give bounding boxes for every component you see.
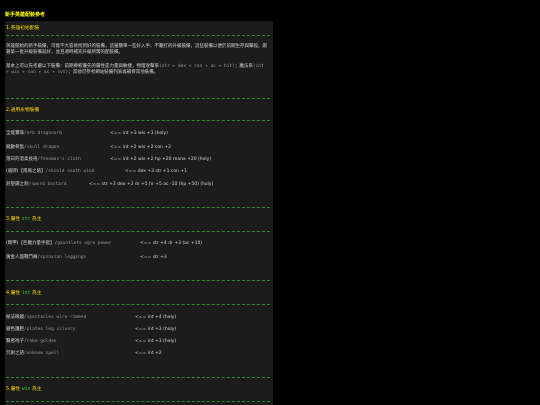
section-1-paragraph-2: 基本上可以先考慮以下裝備：前期要較優先的屬性是力量與敏捷，物理攻擊系(str +… bbox=[6, 64, 268, 76]
divider bbox=[6, 98, 270, 99]
divider bbox=[6, 280, 270, 281]
equipment-row: 賢者袍子/robe golden bbox=[6, 339, 57, 345]
item-name: 咒術之語 bbox=[6, 351, 24, 356]
para2-text-c: ；其他可參考網站裝備列表再補齊其他裝備。 bbox=[68, 70, 159, 75]
page-title: 新手英雄配裝參考 bbox=[5, 12, 46, 18]
item-code: /sword bastard bbox=[28, 182, 67, 187]
item-stats: <== str +4 dr +3 (ac +10) bbox=[140, 241, 203, 246]
item-stats: <== str +3 bbox=[140, 255, 167, 260]
item-name: 銀色護脛 bbox=[6, 327, 24, 332]
item-name: 全能寶珠 bbox=[6, 131, 24, 136]
item-name: (臂甲)【巨魔力量手套】 bbox=[6, 241, 55, 246]
item-name: 劍聖鑄之劍 bbox=[6, 182, 29, 187]
divider bbox=[6, 35, 270, 36]
item-stats: <== int +4 (holy) bbox=[135, 315, 177, 320]
section-heading-3: 3.屬性 str 為主 bbox=[6, 217, 42, 223]
item-code: /gauntlets ogre power bbox=[54, 241, 112, 246]
item-name: 賢者袍子 bbox=[6, 339, 24, 344]
item-code: /skull dragon bbox=[24, 145, 60, 150]
heading-text: 為主 bbox=[31, 291, 42, 296]
equipment-row: 龍顱骨盔/skull dragon bbox=[6, 145, 59, 151]
item-code: /fonemas's cloth bbox=[37, 157, 81, 162]
item-code: /unknow spell bbox=[24, 351, 60, 356]
item-code: /shield south wind bbox=[45, 169, 95, 174]
divider bbox=[6, 304, 270, 305]
item-name: 落日的溫柔長袍 bbox=[6, 157, 38, 162]
equipment-row: 黃金人面戰鬥褲/spinxian leggings bbox=[6, 255, 86, 261]
item-name: (盾牌)【南風之盾】 bbox=[6, 169, 46, 174]
equipment-row: (盾牌)【南風之盾】/shield south wind bbox=[6, 169, 94, 175]
heading-stat: wis bbox=[21, 387, 31, 392]
para2-code-physical: (str + dex + con + ac + hit) bbox=[159, 64, 235, 69]
item-name: 黃金人面戰鬥褲 bbox=[6, 255, 38, 260]
heading-text: 3.屬性 bbox=[6, 217, 21, 222]
divider bbox=[6, 377, 270, 378]
item-code: /spinxian leggings bbox=[37, 255, 87, 260]
guide-panel: 1.英雄初始配裝 英雄開始的新手裝備，可能不大容易找到好的裝備，這邊簡單一些好入… bbox=[5, 21, 273, 405]
equipment-row: 銀色護脛/plates leg silvery bbox=[6, 327, 75, 333]
heading-text: 為主 bbox=[31, 387, 42, 392]
equipment-row: 落日的溫柔長袍/fonemas's cloth bbox=[6, 157, 81, 163]
heading-stat: int bbox=[21, 291, 31, 296]
item-stats: <== int +3 wis +3 (holy) bbox=[110, 131, 168, 136]
item-code: /orb dragonorb bbox=[24, 131, 62, 136]
equipment-row: 劍聖鑄之劍/sword bastard bbox=[6, 182, 66, 188]
heading-text: 為主 bbox=[31, 217, 42, 222]
item-stats: <== int +2 wis +2 con +2 bbox=[110, 145, 172, 150]
item-stats: <== int +2 wis +2 hp +20 mana +20 (holy) bbox=[110, 157, 212, 162]
section-heading-2: 2.通用永物裝備 bbox=[6, 108, 40, 113]
item-stats: <== int +3 (holy) bbox=[135, 339, 177, 344]
section-heading-4: 4.屬性 int 為主 bbox=[6, 291, 42, 297]
para2-text-a: 基本上可以先考慮以下裝備：前期要較優先的屬性是力量與敏捷，物理攻擊系 bbox=[6, 64, 159, 69]
divider bbox=[6, 207, 270, 208]
heading-text: 5.屬性 bbox=[6, 387, 21, 392]
heading-text: 4.屬性 bbox=[6, 291, 21, 296]
equipment-row: 咒術之語/unknow spell bbox=[6, 351, 59, 357]
section-heading-1: 1.英雄初始配裝 bbox=[6, 26, 40, 31]
section-1-paragraph-1: 英雄開始的新手裝備，可能不大容易找到好的裝備，這邊簡單一些好入手、不難打的升級裝… bbox=[6, 44, 267, 55]
divider bbox=[6, 401, 270, 402]
para2-text-b: ；魔法系 bbox=[234, 64, 253, 69]
equipment-row: 全能寶珠/orb dragonorb bbox=[6, 131, 62, 137]
item-code: /spectacles wire rimmed bbox=[24, 315, 87, 320]
item-code: /plates leg silvery bbox=[24, 327, 76, 332]
heading-stat: str bbox=[21, 217, 31, 222]
divider bbox=[6, 231, 270, 232]
divider bbox=[6, 120, 270, 121]
equipment-row: 秘法眼鏡/spectacles wire rimmed bbox=[6, 315, 86, 321]
section-heading-5: 5.屬性 wis 為主 bbox=[6, 387, 42, 393]
item-stats: <== dex +3 str +1 con +1 bbox=[125, 169, 188, 174]
equipment-row: (臂甲)【巨魔力量手套】/gauntlets ogre power bbox=[6, 241, 111, 247]
item-name: 龍顱骨盔 bbox=[6, 145, 24, 150]
item-code: /robe golden bbox=[24, 339, 57, 344]
item-stats: <== int +2 bbox=[135, 351, 162, 356]
item-name: 秘法眼鏡 bbox=[6, 315, 24, 320]
item-stats: <== str +3 dex +2 dr +5 hr +5 ac -10 (hp… bbox=[89, 182, 214, 187]
item-stats: <== int +3 (holy) bbox=[135, 327, 177, 332]
